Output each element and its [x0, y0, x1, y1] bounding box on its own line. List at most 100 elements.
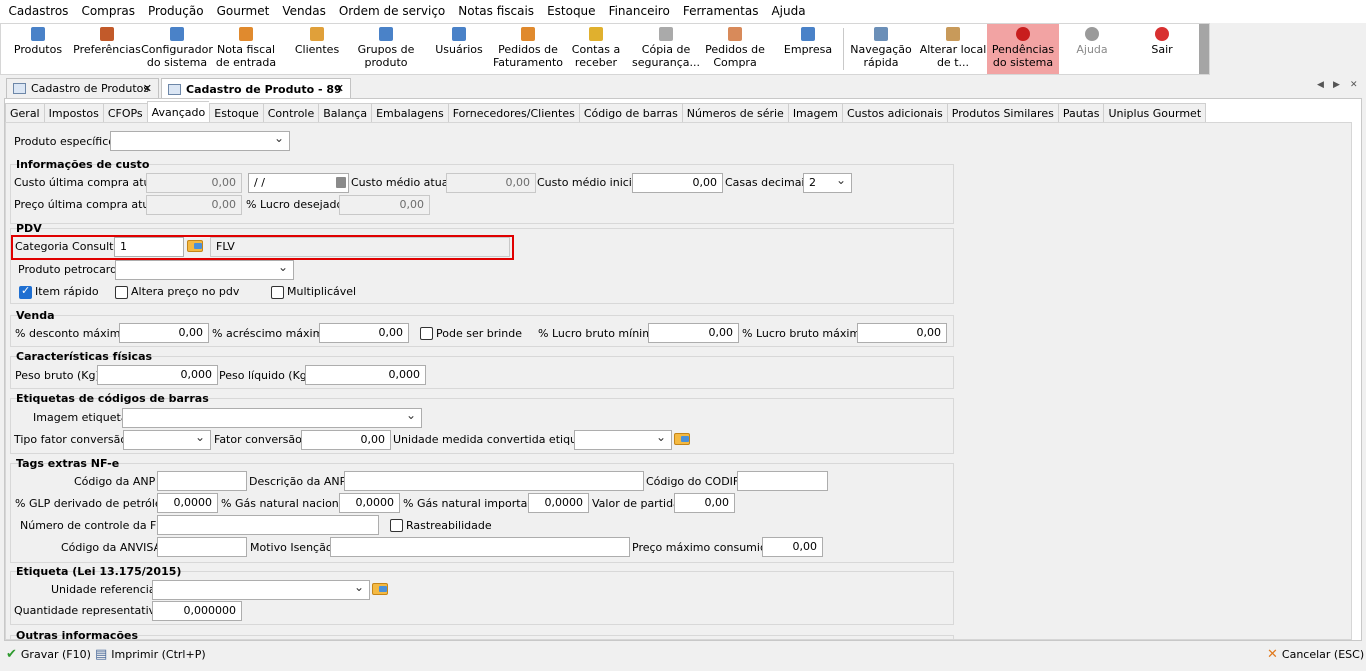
toolbar-product-groups-button[interactable]: Grupos de produto	[347, 24, 425, 74]
tab-pautas[interactable]: Pautas	[1057, 103, 1104, 123]
highlight-box	[11, 235, 514, 260]
gas-nacional-input[interactable]: 0,0000	[339, 493, 400, 513]
lookup-icon[interactable]	[372, 583, 388, 595]
toolbar-users-button[interactable]: Usuários	[429, 24, 489, 74]
toolbar-quick-nav-button[interactable]: Navegação rápida	[847, 24, 915, 74]
menu-compras[interactable]: Compras	[75, 0, 142, 23]
valor-partida-input[interactable]: 0,00	[674, 493, 735, 513]
casas-decimais-select[interactable]: 2	[803, 173, 852, 193]
unidade-referencial-select[interactable]	[152, 580, 370, 600]
menu-estoque[interactable]: Estoque	[541, 0, 603, 23]
toolbar-purchase-orders-button[interactable]: Pedidos de Compra	[701, 24, 769, 74]
lucro-bruto-maximo-input[interactable]: 0,00	[857, 323, 947, 343]
menu-gourmet[interactable]: Gourmet	[210, 0, 276, 23]
toolbar-alert-button[interactable]: Pendências do sistema	[987, 24, 1059, 74]
toolbar-products-button[interactable]: Produtos	[9, 24, 67, 74]
menu-producao[interactable]: Produção	[142, 0, 211, 23]
toolbar-configurator-button[interactable]: Configurador do sistema	[141, 24, 213, 74]
tab-fornecedores-clientes[interactable]: Fornecedores/Clientes	[447, 103, 579, 123]
custo-medio-inicial-input[interactable]: 0,00	[632, 173, 723, 193]
form-tabs: Geral Impostos CFOPs Avançado Estoque Control…	[5, 101, 1207, 123]
descricao-anp-input[interactable]	[344, 471, 644, 491]
tab-avancado[interactable]: Avançado	[146, 101, 210, 123]
toolbar-billing-orders-button[interactable]: Pedidos de Faturamento	[491, 24, 565, 74]
form-icon	[168, 83, 181, 95]
anvisa-input[interactable]	[157, 537, 247, 557]
toolbar-label: Usuários	[435, 43, 483, 56]
peso-liquido-input[interactable]: 0,000	[305, 365, 426, 385]
toolbar-clients-button[interactable]: Clientes	[285, 24, 349, 74]
desconto-maximo-input[interactable]: 0,00	[119, 323, 209, 343]
tab-cfops[interactable]: CFOPs	[102, 103, 147, 123]
peso-bruto-input[interactable]: 0,000	[97, 365, 218, 385]
gas-importado-input[interactable]: 0,0000	[528, 493, 589, 513]
preco-maximo-input[interactable]: 0,00	[762, 537, 823, 557]
tab-scroll-right-icon[interactable]: ▶	[1333, 80, 1340, 90]
tab-imagem[interactable]: Imagem	[787, 103, 842, 123]
document-tabs: Cadastro de Produtos ✕ Cadastro de Produ…	[0, 76, 1366, 99]
toolbar-invoice-button[interactable]: Nota fiscal de entrada	[215, 24, 277, 74]
gravar-button[interactable]: ✔ Gravar (F10)	[6, 647, 91, 662]
tipo-fator-select[interactable]	[123, 430, 211, 450]
close-icon[interactable]: ✕	[143, 82, 152, 95]
fator-conversao-input[interactable]: 0,00	[301, 430, 391, 450]
fci-input[interactable]	[157, 515, 379, 535]
tipo-fator-label: Tipo fator conversão:	[14, 433, 131, 446]
close-icon[interactable]: ✕	[335, 82, 344, 95]
tab-scroll-left-icon[interactable]: ◀	[1317, 80, 1324, 90]
tab-controle[interactable]: Controle	[262, 103, 319, 123]
toolbar-preferences-button[interactable]: Preferências	[71, 24, 143, 74]
menu-vendas[interactable]: Vendas	[276, 0, 333, 23]
gas-importado-label: % Gás natural importado:	[403, 497, 545, 510]
outras-group	[10, 635, 954, 639]
rastreabilidade-checkbox[interactable]	[390, 519, 403, 532]
date-field[interactable]: / /	[248, 173, 349, 193]
close-all-icon[interactable]: ✕	[1350, 80, 1358, 90]
tab-custos-adicionais[interactable]: Custos adicionais	[841, 103, 947, 123]
produto-especifico-select[interactable]	[110, 131, 290, 151]
tab-produtos-similares[interactable]: Produtos Similares	[946, 103, 1058, 123]
lucro-bruto-minimo-input[interactable]: 0,00	[648, 323, 739, 343]
acrescimo-maximo-input[interactable]: 0,00	[319, 323, 409, 343]
pdv-section-title: PDV	[16, 222, 42, 235]
menu-financeiro[interactable]: Financeiro	[602, 0, 676, 23]
menu-notas-fiscais[interactable]: Notas fiscais	[452, 0, 541, 23]
toolbar-change-location-button[interactable]: Alterar local de t...	[915, 24, 991, 74]
toolbar-receivables-button[interactable]: Contas a receber	[567, 24, 625, 74]
tab-embalagens[interactable]: Embalagens	[371, 103, 448, 123]
toolbar-backup-button[interactable]: Cópia de segurança...	[629, 24, 703, 74]
product-groups-icon	[379, 27, 393, 41]
cancelar-button[interactable]: ✕ Cancelar (ESC)	[1267, 647, 1364, 662]
menu-cadastros[interactable]: Cadastros	[2, 0, 75, 23]
imprimir-button[interactable]: ▤ Imprimir (Ctrl+P)	[95, 647, 206, 662]
glp-input[interactable]: 0,0000	[157, 493, 218, 513]
item-rapido-checkbox[interactable]	[19, 284, 32, 299]
codif-input[interactable]	[737, 471, 828, 491]
tab-balanca[interactable]: Balança	[318, 103, 372, 123]
multiplicavel-checkbox[interactable]	[271, 286, 284, 299]
tab-codigo-de-barras[interactable]: Código de barras	[578, 103, 682, 123]
imagem-etiqueta-select[interactable]	[122, 408, 422, 428]
pode-ser-brinde-checkbox[interactable]	[420, 327, 433, 340]
menu-ordem-de-servico[interactable]: Ordem de serviço	[332, 0, 451, 23]
tab-uniplus-gourmet[interactable]: Uniplus Gourmet	[1103, 103, 1207, 123]
motivo-isencao-input[interactable]	[330, 537, 630, 557]
tab-cadastro-produtos[interactable]: Cadastro de Produtos ✕	[6, 78, 159, 98]
menu-ajuda[interactable]: Ajuda	[765, 0, 812, 23]
codigo-anp-input[interactable]	[157, 471, 247, 491]
calendar-icon[interactable]	[336, 177, 346, 188]
tab-numeros-de-serie[interactable]: Números de série	[681, 103, 788, 123]
produto-petrocard-select[interactable]	[115, 260, 294, 280]
toolbar-company-button[interactable]: Empresa	[779, 24, 837, 74]
toolbar-power-button[interactable]: Sair	[1131, 24, 1193, 74]
valor-partida-label: Valor de partida:	[592, 497, 684, 510]
tab-cadastro-produto-89[interactable]: Cadastro de Produto - 89 ✕	[161, 78, 351, 99]
menu-ferramentas[interactable]: Ferramentas	[676, 0, 765, 23]
tab-estoque[interactable]: Estoque	[209, 103, 263, 123]
quantidade-representativa-input[interactable]: 0,000000	[152, 601, 242, 621]
unidade-convertida-select[interactable]	[574, 430, 672, 450]
altera-preco-checkbox[interactable]	[115, 286, 128, 299]
tab-geral[interactable]: Geral	[5, 103, 44, 123]
tab-impostos[interactable]: Impostos	[43, 103, 103, 123]
lookup-icon[interactable]	[674, 433, 690, 445]
